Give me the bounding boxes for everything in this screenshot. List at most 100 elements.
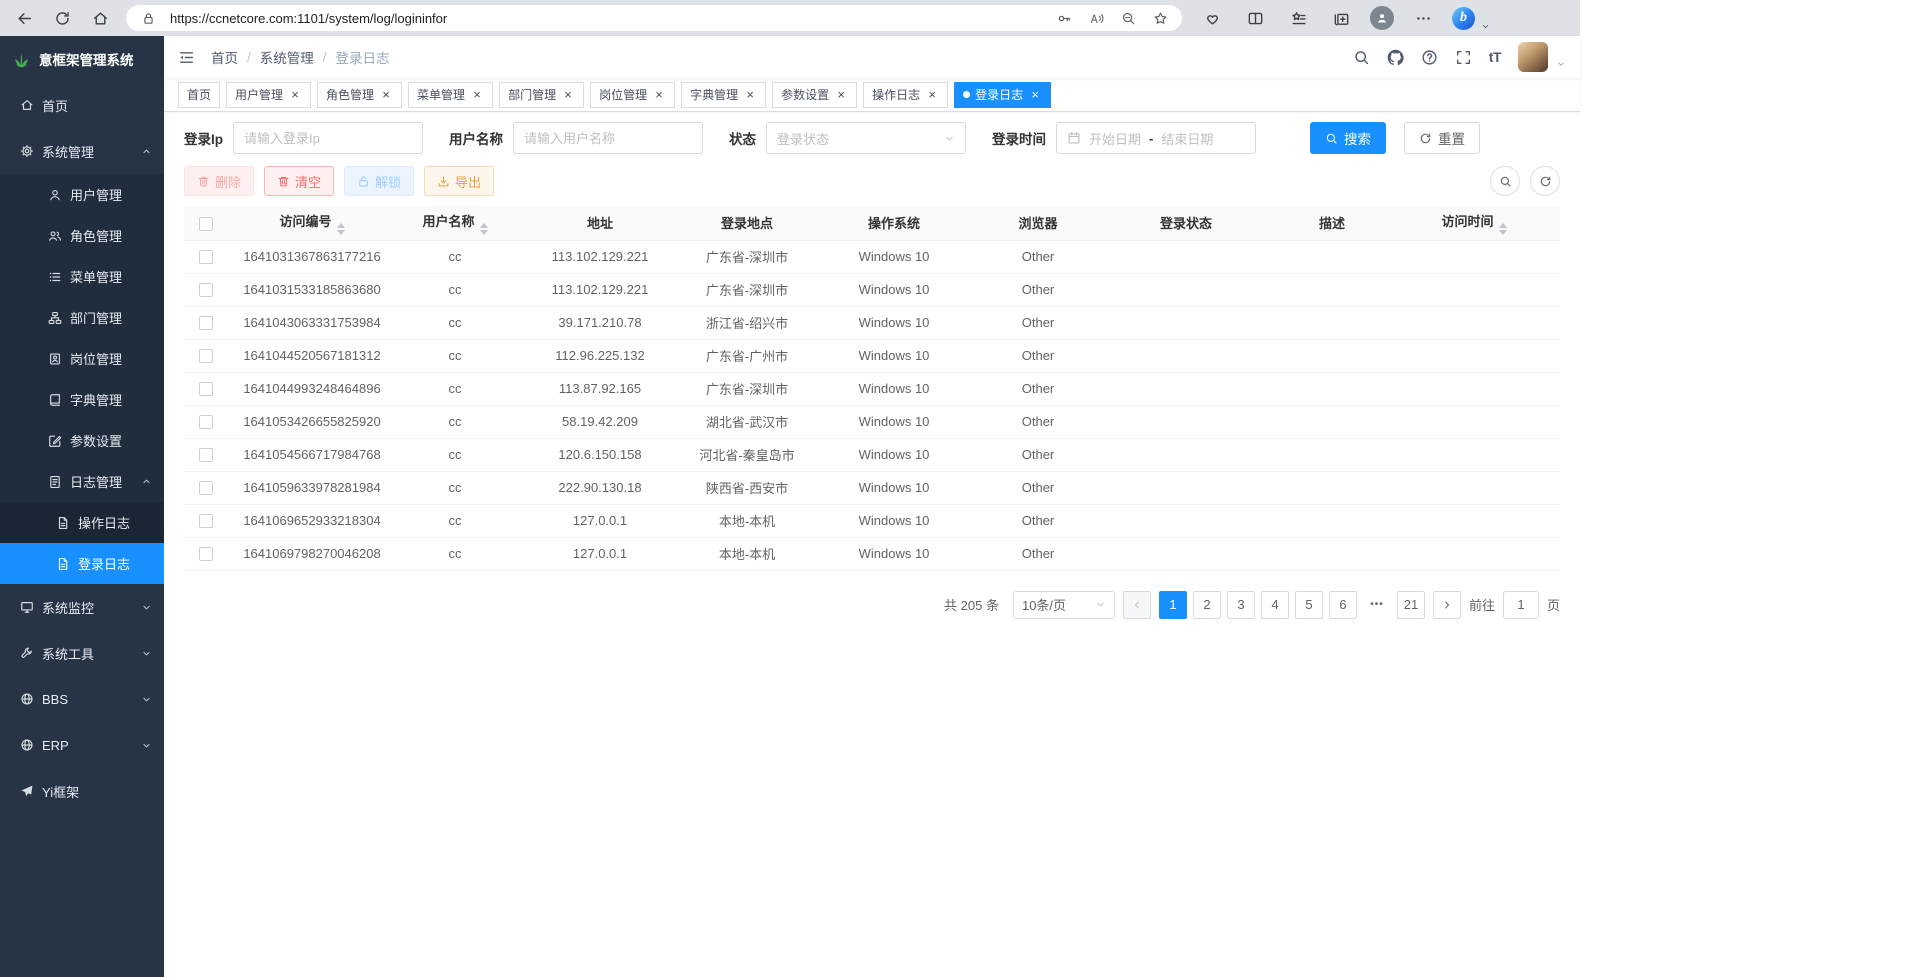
sidebar-item-menu-mgmt[interactable]: 菜单管理 xyxy=(0,256,164,297)
zoom-icon[interactable] xyxy=(1118,8,1138,28)
tab-menu-mgmt[interactable]: 菜单管理× xyxy=(408,82,493,108)
table-row[interactable]: 1641059633978281984cc222.90.130.18陕西省-西安… xyxy=(184,471,1560,504)
sort-icon[interactable] xyxy=(337,223,345,235)
tab-param-settings[interactable]: 参数设置× xyxy=(772,82,857,108)
favorites-icon[interactable] xyxy=(1284,4,1312,32)
row-checkbox[interactable] xyxy=(199,382,213,396)
table-row[interactable]: 1641069652933218304cc127.0.0.1本地-本机Windo… xyxy=(184,504,1560,537)
collections-icon[interactable] xyxy=(1327,4,1355,32)
sidebar-item-erp[interactable]: ERP xyxy=(0,722,164,768)
export-button[interactable]: 导出 xyxy=(424,166,494,196)
app-logo[interactable]: 意框架管理系统 xyxy=(0,36,164,82)
row-checkbox[interactable] xyxy=(199,547,213,561)
tab-home[interactable]: 首页 xyxy=(178,82,220,108)
tab-user-mgmt[interactable]: 用户管理× xyxy=(226,82,311,108)
tab-close-icon[interactable]: × xyxy=(652,88,666,102)
sidebar-item-bbs[interactable]: BBS xyxy=(0,676,164,722)
tab-dept-mgmt[interactable]: 部门管理× xyxy=(499,82,584,108)
sort-icon[interactable] xyxy=(1499,223,1507,235)
unlock-button[interactable]: 解锁 xyxy=(344,166,414,196)
favorite-star-icon[interactable] xyxy=(1150,8,1170,28)
select-all-checkbox[interactable] xyxy=(199,217,213,231)
reset-button[interactable]: 重置 xyxy=(1404,122,1480,154)
site-info-lock-icon[interactable] xyxy=(138,8,158,28)
browser-essentials-icon[interactable] xyxy=(1198,4,1226,32)
tab-close-icon[interactable]: × xyxy=(379,88,393,102)
sort-icon[interactable] xyxy=(480,223,488,235)
sidebar-item-user-mgmt[interactable]: 用户管理 xyxy=(0,174,164,215)
sidebar-item-dict-mgmt[interactable]: 字典管理 xyxy=(0,379,164,420)
refresh-table-button[interactable] xyxy=(1530,166,1560,196)
row-checkbox[interactable] xyxy=(199,349,213,363)
reload-icon[interactable] xyxy=(48,4,76,32)
tab-close-icon[interactable]: × xyxy=(470,88,484,102)
sidebar-item-log-mgmt[interactable]: 日志管理 xyxy=(0,461,164,502)
table-row[interactable]: 1641044993248464896cc113.87.92.165广东省-深圳… xyxy=(184,372,1560,405)
avatar-caret-icon[interactable] xyxy=(1556,59,1566,69)
tab-close-icon[interactable]: × xyxy=(288,88,302,102)
toggle-search-button[interactable] xyxy=(1490,166,1520,196)
login-ip-input[interactable] xyxy=(233,122,423,154)
tab-post-mgmt[interactable]: 岗位管理× xyxy=(590,82,675,108)
page-button-1[interactable]: 1 xyxy=(1159,591,1187,619)
page-ellipsis[interactable]: ••• xyxy=(1363,591,1391,619)
clear-button[interactable]: 清空 xyxy=(264,166,334,196)
github-icon[interactable] xyxy=(1387,49,1404,66)
row-checkbox[interactable] xyxy=(199,316,213,330)
page-button-2[interactable]: 2 xyxy=(1193,591,1221,619)
address-bar[interactable]: https://ccnetcore.com:1101/system/log/lo… xyxy=(126,5,1182,31)
status-select[interactable]: 登录状态 xyxy=(766,122,966,154)
tab-login-log[interactable]: 登录日志× xyxy=(954,82,1051,108)
sidebar-item-system-monitor[interactable]: 系统监控 xyxy=(0,584,164,630)
delete-button[interactable]: 删除 xyxy=(184,166,254,196)
row-checkbox[interactable] xyxy=(199,448,213,462)
tab-close-icon[interactable]: × xyxy=(1028,88,1042,102)
date-range-picker[interactable]: 开始日期 - 结束日期 xyxy=(1056,122,1256,154)
sidebar-item-dept-mgmt[interactable]: 部门管理 xyxy=(0,297,164,338)
tab-dict-mgmt[interactable]: 字典管理× xyxy=(681,82,766,108)
sidebar-item-system-tools[interactable]: 系统工具 xyxy=(0,630,164,676)
page-size-select[interactable]: 10条/页 xyxy=(1013,591,1115,619)
table-row[interactable]: 1641031367863177216cc113.102.129.221广东省-… xyxy=(184,240,1560,273)
page-button-5[interactable]: 5 xyxy=(1295,591,1323,619)
header-search-icon[interactable] xyxy=(1353,49,1370,66)
user-avatar[interactable] xyxy=(1518,42,1548,72)
tab-close-icon[interactable]: × xyxy=(561,88,575,102)
row-checkbox[interactable] xyxy=(199,481,213,495)
url-text[interactable]: https://ccnetcore.com:1101/system/log/lo… xyxy=(170,11,1042,26)
column-visit-time[interactable]: 访问时间 xyxy=(1388,206,1560,240)
table-row[interactable]: 1641069798270046208cc127.0.0.1本地-本机Windo… xyxy=(184,537,1560,570)
column-visit-id[interactable]: 访问编号 xyxy=(228,206,396,240)
next-page-button[interactable] xyxy=(1433,591,1461,619)
tab-close-icon[interactable]: × xyxy=(743,88,757,102)
sidebar-item-role-mgmt[interactable]: 角色管理 xyxy=(0,215,164,256)
sidebar-item-operation-log[interactable]: 操作日志 xyxy=(0,502,164,543)
goto-page-input[interactable] xyxy=(1503,591,1539,619)
row-checkbox[interactable] xyxy=(199,283,213,297)
table-row[interactable]: 1641044520567181312cc112.96.225.132广东省-广… xyxy=(184,339,1560,372)
page-button-4[interactable]: 4 xyxy=(1261,591,1289,619)
profile-avatar-icon[interactable] xyxy=(1370,6,1394,30)
page-button-3[interactable]: 3 xyxy=(1227,591,1255,619)
tab-close-icon[interactable]: × xyxy=(834,88,848,102)
breadcrumb-home[interactable]: 首页 xyxy=(211,47,238,67)
user-name-input[interactable] xyxy=(513,122,703,154)
sidebar-item-login-log[interactable]: 登录日志 xyxy=(0,543,164,584)
table-row[interactable]: 1641053426655825920cc58.19.42.209湖北省-武汉市… xyxy=(184,405,1560,438)
password-key-icon[interactable] xyxy=(1054,8,1074,28)
table-row[interactable]: 1641054566717984768cc120.6.150.158河北省-秦皇… xyxy=(184,438,1560,471)
sidebar-item-home[interactable]: 首页 xyxy=(0,82,164,128)
sidebar-toggle-icon[interactable] xyxy=(178,49,195,66)
sidebar-item-yi-framework[interactable]: Yi框架 xyxy=(0,768,164,814)
search-button[interactable]: 搜索 xyxy=(1310,122,1386,154)
font-size-icon[interactable]: tT xyxy=(1489,49,1501,65)
row-checkbox[interactable] xyxy=(199,415,213,429)
prev-page-button[interactable] xyxy=(1123,591,1151,619)
breadcrumb-system[interactable]: 系统管理 xyxy=(260,47,314,67)
row-checkbox[interactable] xyxy=(199,514,213,528)
tab-close-icon[interactable]: × xyxy=(925,88,939,102)
sidebar-item-system-mgmt[interactable]: 系统管理 xyxy=(0,128,164,174)
read-aloud-icon[interactable] xyxy=(1086,8,1106,28)
table-row[interactable]: 1641031533185863680cc113.102.129.221广东省-… xyxy=(184,273,1560,306)
row-checkbox[interactable] xyxy=(199,250,213,264)
